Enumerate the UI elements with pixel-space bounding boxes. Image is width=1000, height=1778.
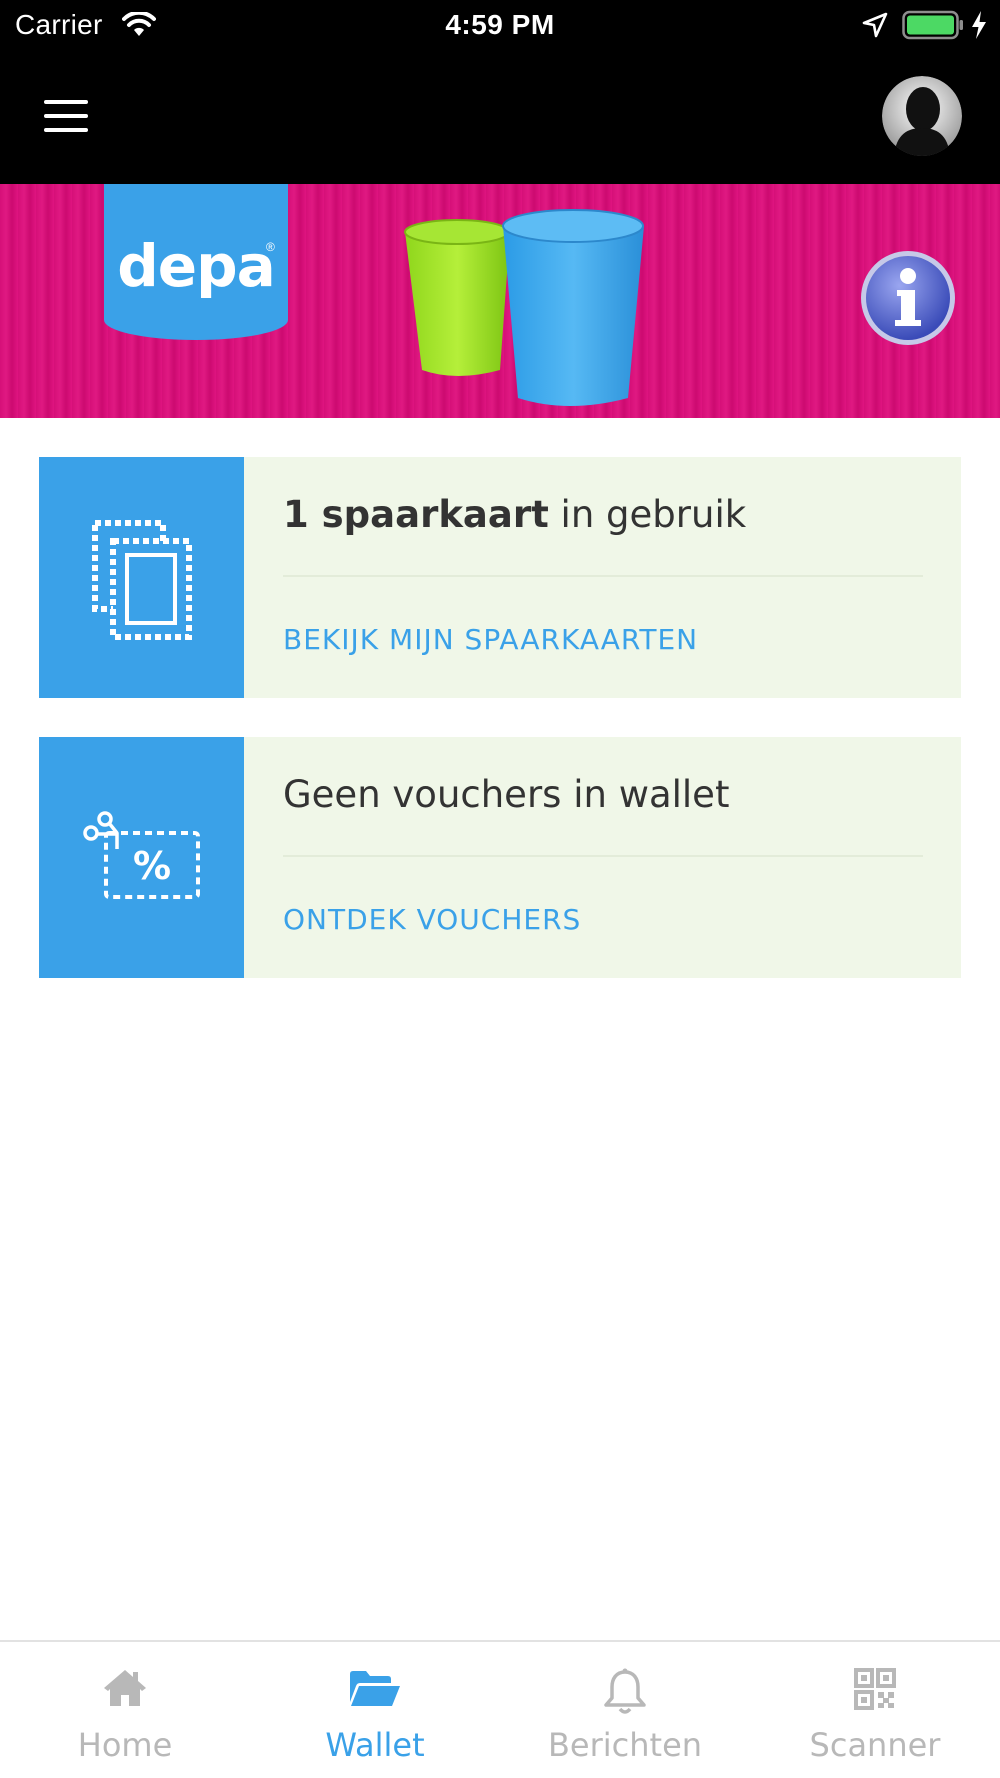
view-stamp-cards-link[interactable]: BEKIJK MIJN SPAARKAARTEN: [283, 623, 698, 656]
card-title: Geen vouchers in wallet: [283, 773, 729, 816]
logo-text: depa: [117, 232, 276, 300]
qr-code-icon: [750, 1668, 1000, 1715]
folder-open-icon: [250, 1668, 500, 1713]
tab-home[interactable]: Home: [0, 1642, 250, 1778]
info-icon[interactable]: [858, 248, 958, 348]
tab-label: Home: [77, 1726, 173, 1764]
status-time: 4:59 PM: [445, 9, 555, 40]
svg-text:%: %: [133, 844, 171, 888]
status-bar: Carrier 4:59 PM: [0, 0, 1000, 50]
hamburger-menu-icon[interactable]: [40, 94, 94, 138]
divider: [283, 575, 923, 577]
charging-bolt-icon: [970, 10, 988, 45]
avatar[interactable]: [882, 76, 962, 156]
stamp-card-summary: 1 spaarkaart in gebruik BEKIJK MIJN SPAA…: [39, 457, 961, 698]
tab-berichten[interactable]: Berichten: [500, 1642, 750, 1778]
tab-wallet[interactable]: Wallet: [250, 1642, 500, 1778]
tab-label: Berichten: [547, 1726, 703, 1764]
voucher-percent-icon: %: [83, 811, 200, 899]
navigation-bar: [0, 50, 1000, 184]
brand-banner: depa ®: [0, 184, 1000, 418]
card-title-rest: in gebruik: [548, 493, 747, 536]
divider: [283, 855, 923, 857]
battery-icon: [902, 10, 964, 45]
card-icon-panel: [39, 457, 244, 698]
card-title-count: 1 spaarkaart: [283, 493, 549, 536]
cups-image: [400, 202, 660, 417]
tab-bar: Home Wallet Berichten Scanner: [0, 1640, 1000, 1778]
card-title-rest: Geen vouchers in wallet: [283, 773, 730, 816]
tab-label: Scanner: [809, 1726, 941, 1764]
bell-icon: [500, 1668, 750, 1721]
card-icon-panel: %: [39, 737, 244, 978]
depa-logo: depa ®: [104, 184, 288, 340]
discover-vouchers-link[interactable]: ONTDEK VOUCHERS: [283, 903, 581, 936]
tab-label: Wallet: [325, 1726, 425, 1764]
home-icon: [0, 1668, 250, 1713]
stamp-cards-icon: [92, 520, 192, 640]
location-arrow-icon: [862, 12, 888, 43]
logo-registered-mark: ®: [266, 240, 275, 254]
voucher-summary: % Geen vouchers in wallet ONTDEK VOUCHER…: [39, 737, 961, 978]
card-title: 1 spaarkaart in gebruik: [283, 493, 746, 536]
tab-scanner[interactable]: Scanner: [750, 1642, 1000, 1778]
